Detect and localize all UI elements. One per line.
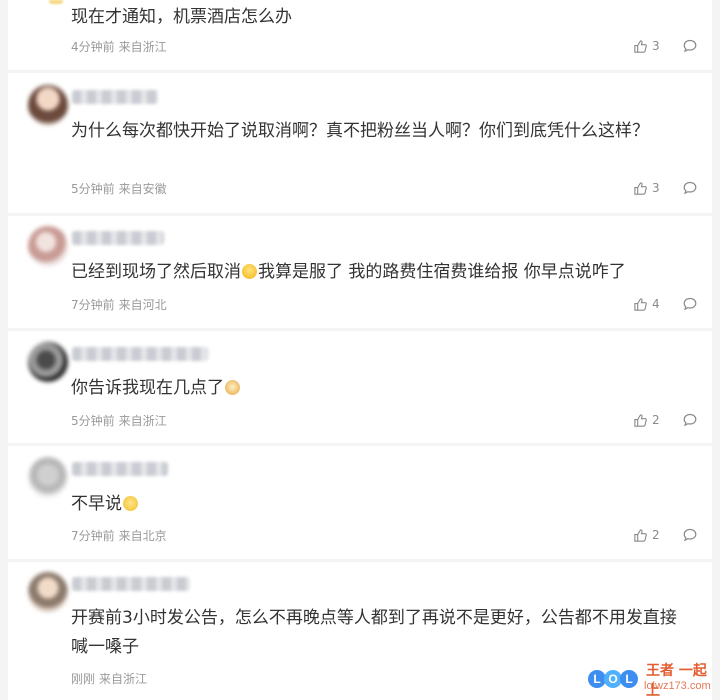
avatar[interactable] <box>28 572 68 612</box>
comment-text: 为什么每次都快开始了说取消啊？真不把粉丝当人啊？你们到底凭什么这样？ <box>71 121 649 141</box>
comment-text-part: 已经到现场了然后取消 <box>71 262 241 282</box>
comment-card: 你告诉我现在几点了 5分钟前 来自浙江 2 <box>8 331 712 443</box>
comment-text-part: 我算是服了 我的路费住宿费谁给报 你早点说咋了 <box>258 262 626 282</box>
comment-card: 现在才通知，机票酒店怎么办 4分钟前 来自浙江 3 <box>8 0 712 70</box>
comment-card: 为什么每次都快开始了说取消啊？真不把粉丝当人啊？你们到底凭什么这样？ 5分钟前来… <box>8 73 712 213</box>
comment-card: 不早说 7分钟前 来自北京 2 <box>8 446 712 559</box>
comment-time: 刚刚 <box>71 672 96 686</box>
like-button[interactable]: 4 <box>633 297 664 312</box>
comment-bubble-icon <box>683 413 697 427</box>
reply-button[interactable] <box>682 412 698 428</box>
comment-text: 已经到现场了然后取消 我算是服了 我的路费住宿费谁给报 你早点说咋了 <box>71 258 682 287</box>
comment-actions: 2 <box>633 411 698 429</box>
like-count: 2 <box>652 413 660 427</box>
sleepy-emoji <box>123 496 138 511</box>
comment-time: 4分钟前 <box>71 40 115 54</box>
comment-meta: 5分钟前 来自安徽 <box>71 180 167 197</box>
comment-location: 来自河北 <box>118 298 167 312</box>
reply-button[interactable] <box>682 296 698 312</box>
avatar[interactable] <box>28 457 68 497</box>
thumbs-up-icon <box>634 413 647 427</box>
comment-meta: 7分钟前 来自河北 <box>71 296 167 313</box>
username[interactable] <box>72 347 208 361</box>
avatar[interactable] <box>28 226 68 266</box>
username[interactable] <box>72 577 190 591</box>
comment-text: 开赛前3小时发公告，怎么不再晚点等人都到了再说不是更好，公告都不用发直接喊一嗓子 <box>71 608 677 657</box>
username[interactable] <box>72 90 158 104</box>
like-count: 4 <box>652 297 660 311</box>
comment-text: 你告诉我现在几点了 <box>71 374 682 403</box>
thumbs-up-icon <box>634 528 647 542</box>
like-button[interactable]: 2 <box>633 413 664 428</box>
comment-location: 来自安徽 <box>118 182 167 196</box>
comment-text: 现在才通知，机票酒店怎么办 <box>71 7 292 27</box>
avatar[interactable] <box>28 85 68 125</box>
comment-meta: 7分钟前 来自北京 <box>71 527 167 544</box>
avatar[interactable] <box>28 342 68 382</box>
reply-button[interactable] <box>682 527 698 543</box>
comment-actions: 3 <box>633 37 698 55</box>
site-watermark: L O L 王者 一起上 lolwz173.com <box>588 660 720 700</box>
watermark-url: lolwz173.com <box>644 680 711 692</box>
comment-time: 7分钟前 <box>71 298 115 312</box>
thumbs-up-icon <box>634 39 647 53</box>
comment-meta: 4分钟前 来自浙江 <box>71 38 167 55</box>
comment-text: 不早说 <box>71 490 682 519</box>
comment-location: 来自浙江 <box>118 40 167 54</box>
username[interactable] <box>72 462 168 476</box>
comment-location: 来自北京 <box>118 529 167 543</box>
comment-meta: 5分钟前 来自浙江 <box>71 412 167 429</box>
comment-bubble-icon <box>683 297 697 311</box>
like-button[interactable]: 3 <box>633 181 664 196</box>
comment-time: 5分钟前 <box>71 414 115 428</box>
comment-bubble-icon <box>683 39 697 53</box>
comment-bubble-icon <box>683 181 697 195</box>
comment-bubble-icon <box>683 528 697 542</box>
username[interactable] <box>72 231 164 245</box>
comment-actions: 3 <box>633 179 698 197</box>
reply-button[interactable] <box>682 38 698 54</box>
like-count: 3 <box>652 39 660 53</box>
comment-text-part: 不早说 <box>71 494 122 514</box>
thumbs-up-icon <box>634 297 647 311</box>
like-count: 2 <box>652 528 660 542</box>
like-count: 3 <box>652 181 660 195</box>
like-button[interactable]: 3 <box>633 39 664 54</box>
watermark-letter: L <box>620 670 638 688</box>
comment-actions: 4 <box>633 295 698 313</box>
like-button[interactable]: 2 <box>633 528 664 543</box>
comment-text-part: 你告诉我现在几点了 <box>71 378 224 398</box>
reply-button[interactable] <box>682 180 698 196</box>
comment-location: 来自浙江 <box>99 672 148 686</box>
comment-card: 已经到现场了然后取消 我算是服了 我的路费住宿费谁给报 你早点说咋了 7分钟前 来自… <box>8 216 712 328</box>
comment-actions: 2 <box>633 526 698 544</box>
comment-location: 来自浙江 <box>118 414 167 428</box>
thumbs-up-icon <box>634 181 647 195</box>
comment-time: 7分钟前 <box>71 529 115 543</box>
comment-feed: 现在才通知，机票酒店怎么办 4分钟前 来自浙江 3 为什么每次都快开始了说取消啊？… <box>0 0 720 700</box>
cat-emoji <box>225 380 240 395</box>
avatar[interactable] <box>49 0 63 4</box>
laugh-emoji <box>242 264 257 279</box>
comment-time: 5分钟前 <box>71 182 115 196</box>
comment-meta: 刚刚 来自浙江 <box>71 670 147 687</box>
